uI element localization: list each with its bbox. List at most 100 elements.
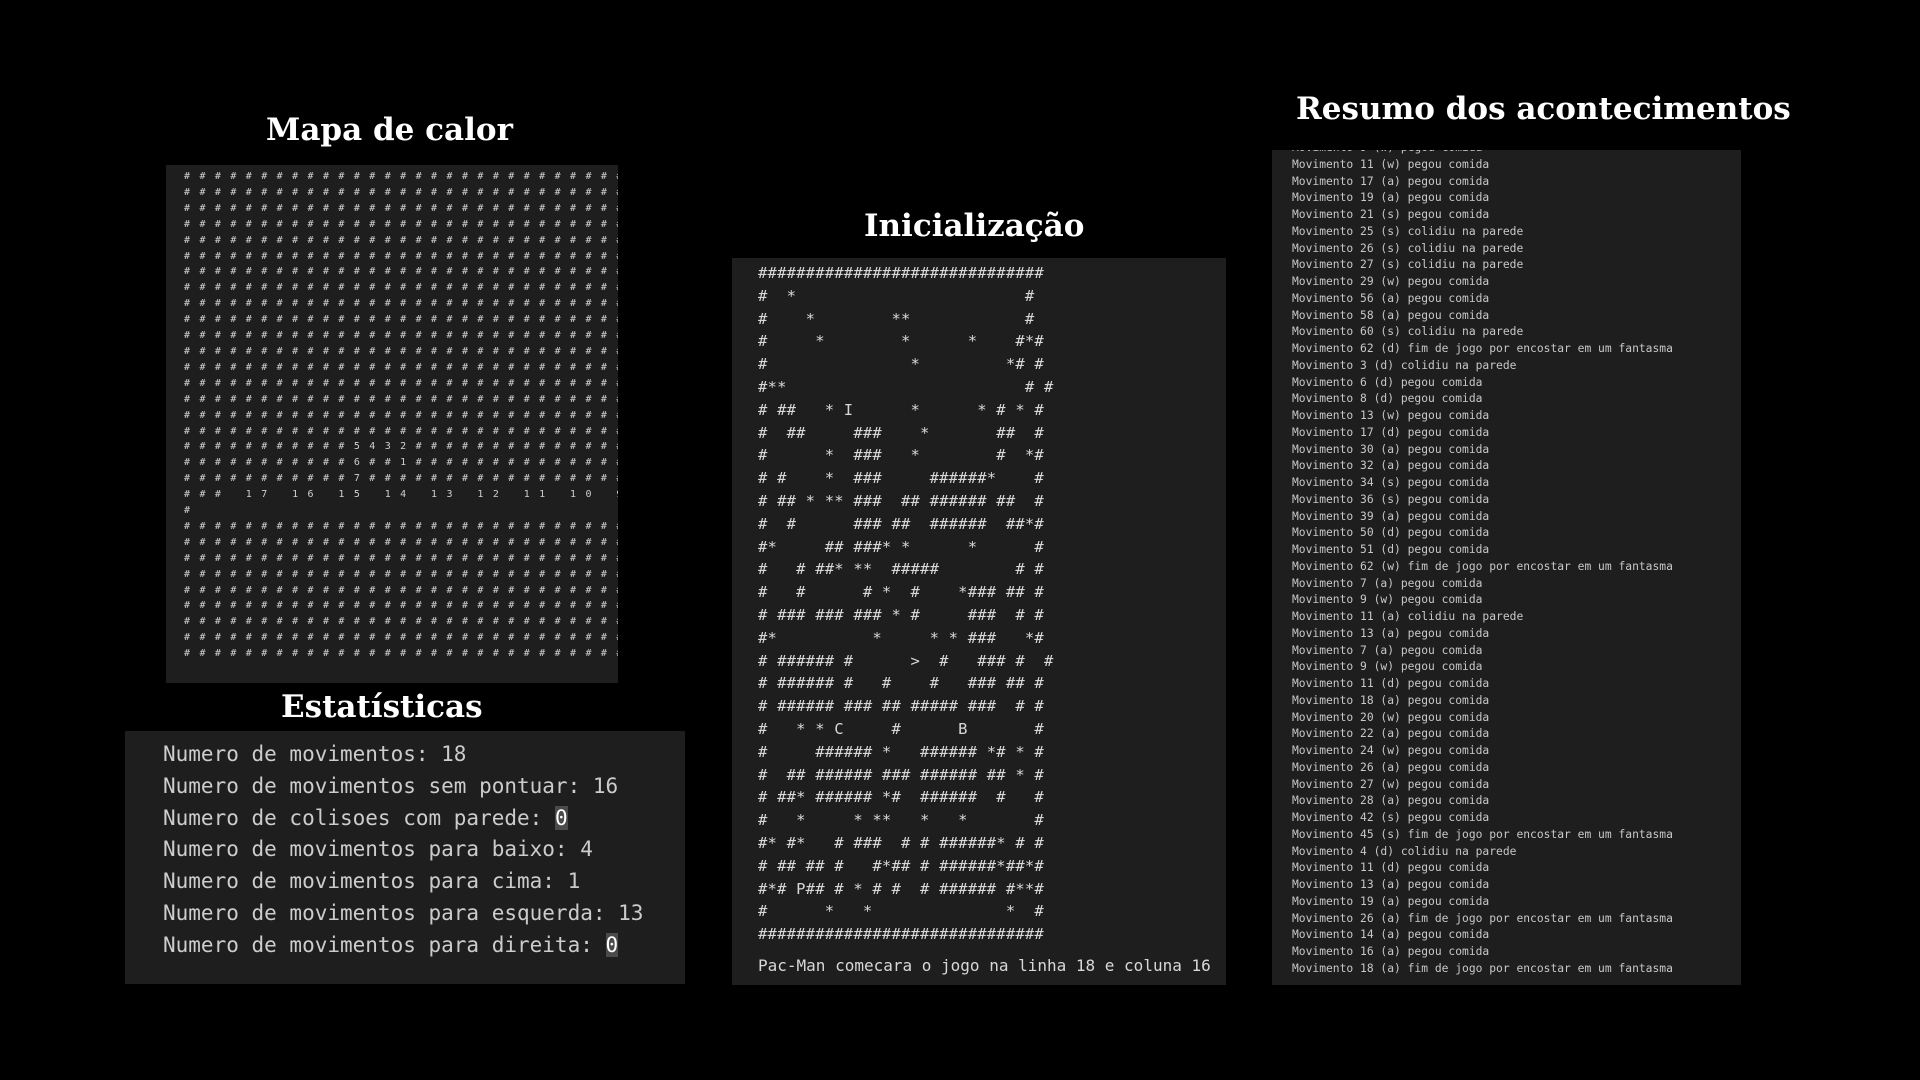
log-entry: Movimento 34 (s) pegou comida [1292, 476, 1490, 489]
log-entry: Movimento 14 (a) pegou comida [1292, 928, 1490, 942]
heatmap-row: # # # # # # # # # # # # # # # # # # # # … [184, 552, 618, 564]
text-cursor: 0 [554, 805, 568, 830]
heatmap-row: # # # # # # # # # # # # # # # # # # # # … [184, 298, 618, 310]
heatmap-row: # # # # # # # # # # # 7 # # # # # # # # … [184, 473, 618, 485]
log-entry: Movimento 11 (a) colidiu na parede [1292, 610, 1524, 623]
log-entry: Movimento 50 (d) pegou comida [1292, 526, 1490, 540]
maze-row: # # ##* ** ##### # # [758, 560, 1044, 579]
maze-row: # ###### # # # ### ## # [758, 674, 1044, 693]
maze-row: #* * * * ### *# [758, 628, 1044, 647]
log-entry: Movimento 51 (d) pegou comida [1292, 543, 1490, 556]
heatmap-row: # # # # # # # # # # # # # # # # # # # # … [184, 536, 618, 548]
log-entry: Movimento 16 (a) pegou comida [1292, 945, 1490, 958]
heatmap-row: # # # # # # # # # # # # # # # # # # # # … [184, 616, 618, 628]
heatmap-row: # # # # # # # # # # # # # # # # # # # # … [184, 202, 618, 214]
log-entry: Movimento 26 (a) fim de jogo por encosta… [1292, 911, 1673, 925]
log-entry: Movimento 9 (w) pegou comida [1292, 150, 1741, 157]
heatmap-row: # # # # # # # # # # # # # # # # # # # # … [184, 648, 618, 660]
log-entry: Movimento 36 (s) pegou comida [1292, 492, 1490, 506]
heatmap-row: # # # # # # # # # # # # # # # # # # # # … [184, 282, 618, 294]
log-entry: Movimento 3 (d) colidiu na parede [1292, 358, 1517, 372]
maze-row: # ### ### ### * # ### # # [758, 605, 1044, 624]
log-entry: Movimento 18 (a) pegou comida [1292, 693, 1490, 707]
log-entry: Movimento 32 (a) pegou comida [1292, 459, 1490, 473]
log-entry: Movimento 30 (a) pegou comida [1292, 442, 1490, 456]
log-entry: Movimento 4 (d) colidiu na parede [1292, 844, 1517, 858]
maze-row: # * * C # B # [758, 719, 1044, 738]
stats-title: Estatísticas [281, 689, 483, 725]
maze-row: # ###### * ###### *# * # [758, 742, 1044, 761]
log-entry: Movimento 58 (a) pegou comida [1292, 308, 1490, 322]
heatmap-row: # # # # # # # # # # # # # # # # # # # # … [184, 425, 618, 437]
log-entry: Movimento 11 (d) pegou comida [1292, 677, 1490, 690]
maze-row: # # # * # *### ## # [758, 583, 1044, 602]
maze-row: # ## * ** ### ## ###### ## # [758, 491, 1044, 510]
summary-title: Resumo dos acontecimentos [1296, 91, 1791, 127]
heatmap-row: # # # # # # # # # # # # # # # # # # # # … [184, 218, 618, 230]
maze-row: # ## ###### ### ###### ## * # [758, 765, 1044, 784]
init-title: Inicialização [864, 208, 1085, 244]
heatmap-row: # # # # # # # # # # # # # # # # # # # # … [184, 250, 618, 262]
maze-row: ############################## [758, 264, 1044, 282]
log-entry: Movimento 13 (a) pegou comida [1292, 626, 1490, 640]
stat-item: Numero de movimentos sem pontuar: 16 [163, 773, 619, 798]
maze-row: # * ### * # *# [758, 446, 1044, 465]
log-entry: Movimento 21 (s) pegou comida [1292, 208, 1490, 221]
log-entry: Movimento 29 (w) pegou comida [1292, 275, 1490, 288]
heatmap-row: # # # # # # # # # # # # # # # # # # # # … [184, 600, 618, 612]
stat-item: Numero de movimentos para esquerda: 13 [163, 900, 644, 925]
log-entry: Movimento 24 (w) pegou comida [1292, 744, 1490, 757]
heatmap-row: # # # # # # # # # # # # # # # # # # # # … [184, 330, 618, 342]
maze-row: # * *# # [758, 355, 1044, 374]
heatmap-row: # # # # # # # # # # # # # # # # # # # # … [184, 568, 618, 580]
heatmap-title: Mapa de calor [266, 112, 513, 148]
heatmap-row: # # # # # # # # # # # # # # # # # # # # … [184, 186, 618, 198]
stat-item: Numero de movimentos para direita: 0 [163, 932, 619, 957]
log-entry: Movimento 13 (a) pegou comida [1292, 878, 1490, 891]
text-cursor: 0 [605, 932, 619, 957]
maze-row: ############################## [758, 925, 1044, 944]
log-entry: Movimento 11 (w) pegou comida [1292, 157, 1490, 171]
log-entry: Movimento 60 (s) colidiu na parede [1292, 325, 1524, 339]
maze-row: #* #* # ### # # ######* # # [758, 833, 1044, 852]
heatmap-row: # # # # # # # # # # # # # # # # # # # # … [184, 314, 618, 326]
heatmap-grid: # # # # # # # # # # # # # # # # # # # # … [166, 165, 618, 662]
heatmap-row: # # # # # # # # # # # # # # # # # # # # … [184, 584, 618, 596]
log-entry: Movimento 11 (d) pegou comida [1292, 861, 1490, 875]
log-entry: Movimento 17 (d) pegou comida [1292, 425, 1490, 439]
log-entry: Movimento 7 (a) pegou comida [1292, 576, 1483, 590]
log-entry: Movimento 13 (w) pegou comida [1292, 409, 1490, 422]
maze-row: # ## * I * * # * # [758, 400, 1044, 419]
maze-row: # * * * #*# [758, 332, 1044, 351]
log-entry: Movimento 26 (s) colidiu na parede [1292, 241, 1524, 255]
log-entry: Movimento 27 (w) pegou comida [1292, 777, 1490, 791]
init-panel: ############################## # * # # *… [732, 258, 1226, 985]
log-entry: Movimento 27 (s) colidiu na parede [1292, 258, 1524, 272]
maze-row: # # * ### ######* # [758, 469, 1044, 488]
maze-row: # ## ## # #*## # ######*##*# [758, 856, 1044, 875]
heatmap-row: # # # # # # # # # # # # # # # # # # # # … [184, 409, 618, 421]
log-entry: Movimento 18 (a) fim de jogo por encosta… [1292, 961, 1673, 975]
log-entry: Movimento 9 (w) pegou comida [1292, 593, 1483, 607]
heatmap-row: # # # # # # # # # # # # # # # # # # # # … [184, 171, 618, 182]
log-entry: Movimento 7 (a) pegou comida [1292, 643, 1483, 657]
maze-row: # # ### ## ###### ##*# [758, 514, 1044, 533]
log-entry: Movimento 19 (a) pegou comida [1292, 894, 1490, 908]
maze-row: # * * * # [758, 902, 1044, 921]
log-entry: Movimento 8 (d) pegou comida [1292, 392, 1483, 406]
log-entry: Movimento 19 (a) pegou comida [1292, 191, 1490, 205]
log-entry: Movimento 26 (a) pegou comida [1292, 760, 1490, 774]
maze-row: #*# P## # * # # # ###### #**# [758, 879, 1044, 898]
log-entry: Movimento 9 (w) pegou comida [1292, 660, 1483, 674]
summary-panel: Movimento 9 (w) pegou comidaMovimento 11… [1272, 150, 1741, 985]
log-entry: Movimento 17 (a) pegou comida [1292, 174, 1490, 188]
log-entry: Movimento 56 (a) pegou comida [1292, 291, 1490, 305]
heatmap-row: # # # # # # # # # # # # # # # # # # # # … [184, 377, 618, 389]
log-entry: Movimento 39 (a) pegou comida [1292, 509, 1490, 523]
stats-panel: Numero de movimentos: 18 Numero de movime… [125, 731, 685, 984]
log-entry: Movimento 28 (a) pegou comida [1292, 794, 1490, 808]
heatmap-row: # # # 1 7 1 6 1 5 1 4 1 3 1 2 1 1 1 0 9 … [184, 489, 618, 501]
log-entry: Movimento 25 (s) colidiu na parede [1292, 224, 1524, 238]
log-entry: Movimento 20 (w) pegou comida [1292, 710, 1490, 724]
heatmap-panel: # # # # # # # # # # # # # # # # # # # # … [166, 165, 618, 683]
